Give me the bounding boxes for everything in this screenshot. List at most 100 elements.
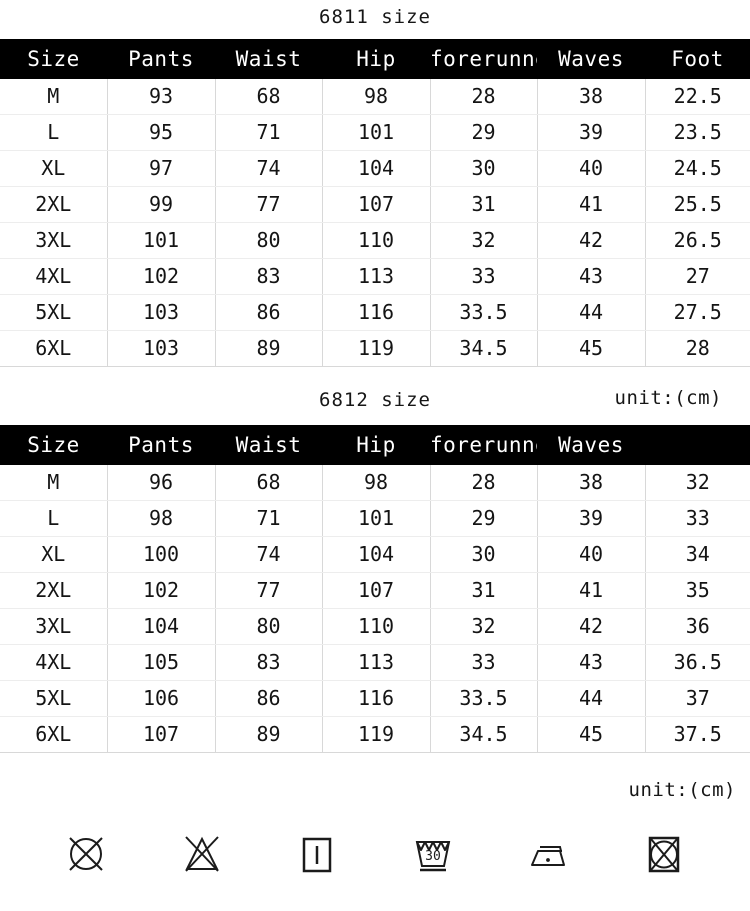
machine-wash-30-icon: 30: [405, 826, 461, 882]
cell-waist: 68: [215, 465, 323, 501]
cell-size: 4XL: [0, 258, 108, 295]
table-row: 6XL 103 89 119 34.5 45 28: [0, 330, 750, 367]
cell-hip: 104: [322, 150, 431, 187]
cell-waves: 45: [537, 330, 646, 367]
table-row: L 95 71 101 29 39 23.5: [0, 114, 750, 151]
cell-waves: 43: [537, 644, 646, 681]
cell-size: 4XL: [0, 644, 108, 681]
cell-hip: 98: [322, 79, 431, 115]
cell-pants: 95: [107, 114, 216, 151]
table-row: M 93 68 98 28 38 22.5: [0, 79, 750, 115]
cell-foot: 24.5: [645, 150, 750, 187]
cell-foot: 22.5: [645, 79, 750, 115]
cell-size: 5XL: [0, 680, 108, 717]
unit-label-table-2: unit:(cm): [628, 779, 736, 801]
cell-last: 36.5: [645, 644, 750, 681]
cell-waist: 83: [215, 258, 323, 295]
cell-size: 6XL: [0, 716, 108, 753]
table-header-row: Size Pants Waist Hip forerunner Waves Fo…: [0, 39, 750, 79]
column-header-waves: Waves: [537, 39, 645, 79]
cell-size: 5XL: [0, 294, 108, 331]
cell-waist: 74: [215, 536, 323, 573]
cell-waist: 77: [215, 186, 323, 223]
cell-pants: 103: [107, 294, 216, 331]
table-row: 3XL 101 80 110 32 42 26.5: [0, 222, 750, 259]
table-row: L 98 71 101 29 39 33: [0, 500, 750, 537]
cell-hip: 116: [322, 680, 431, 717]
cell-forerunner: 30: [430, 150, 538, 187]
cell-waves: 39: [537, 500, 646, 537]
table-1-title: 6811 size: [319, 6, 431, 28]
cell-forerunner: 31: [430, 186, 538, 223]
column-header-waves: Waves: [537, 425, 645, 465]
cell-last: 37.5: [645, 716, 750, 753]
cell-last: 36: [645, 608, 750, 645]
cell-hip: 110: [322, 222, 431, 259]
table-row: 4XL 102 83 113 33 43 27: [0, 258, 750, 295]
table-1-body: M 93 68 98 28 38 22.5 L 95 71 101 29 39 …: [0, 79, 750, 367]
cell-forerunner: 33: [430, 258, 538, 295]
cell-waist: 80: [215, 222, 323, 259]
cell-waves: 42: [537, 608, 646, 645]
cell-waist: 83: [215, 644, 323, 681]
do-not-bleach-icon: [174, 826, 230, 882]
cell-foot: 28: [645, 330, 750, 367]
cell-waves: 45: [537, 716, 646, 753]
cell-waves: 40: [537, 150, 646, 187]
column-header-hip: Hip: [322, 425, 430, 465]
cell-size: 2XL: [0, 186, 108, 223]
cell-waist: 71: [215, 114, 323, 151]
column-header-size: Size: [0, 39, 107, 79]
cell-foot: 23.5: [645, 114, 750, 151]
table-row: 2XL 102 77 107 31 41 35: [0, 572, 750, 609]
cell-hip: 119: [322, 330, 431, 367]
table-row: 5XL 103 86 116 33.5 44 27.5: [0, 294, 750, 331]
cell-pants: 93: [107, 79, 216, 115]
cell-pants: 96: [107, 465, 216, 501]
cell-hip: 101: [322, 500, 431, 537]
cell-size: M: [0, 465, 108, 501]
column-header-forerunner: forerunner: [430, 39, 537, 79]
cell-waves: 41: [537, 572, 646, 609]
cell-hip: 116: [322, 294, 431, 331]
column-header-forerunner: forerunner: [430, 425, 537, 465]
cell-foot: 27.5: [645, 294, 750, 331]
drip-dry-in-shade-icon: [289, 826, 345, 882]
do-not-tumble-dry-icon: [636, 826, 692, 882]
column-header-hip: Hip: [322, 39, 430, 79]
cell-last: 34: [645, 536, 750, 573]
cell-waist: 68: [215, 79, 323, 115]
cell-hip: 107: [322, 572, 431, 609]
cell-last: 35: [645, 572, 750, 609]
cell-foot: 26.5: [645, 222, 750, 259]
cell-waves: 39: [537, 114, 646, 151]
column-header-size: Size: [0, 425, 107, 465]
table-row: 6XL 107 89 119 34.5 45 37.5: [0, 716, 750, 753]
table-row: XL 97 74 104 30 40 24.5: [0, 150, 750, 187]
cell-waves: 44: [537, 680, 646, 717]
cell-hip: 110: [322, 608, 431, 645]
size-table-6811: Size Pants Waist Hip forerunner Waves Fo…: [0, 39, 750, 367]
cell-last: 32: [645, 465, 750, 501]
cell-waves: 43: [537, 258, 646, 295]
cell-waist: 80: [215, 608, 323, 645]
table-header-row: Size Pants Waist Hip forerunner Waves: [0, 425, 750, 465]
care-symbols-row: 30: [0, 826, 750, 882]
cell-pants: 103: [107, 330, 216, 367]
iron-low-heat-icon: [520, 826, 576, 882]
cell-hip: 98: [322, 465, 431, 501]
cell-pants: 102: [107, 258, 216, 295]
column-header-pants: Pants: [107, 425, 215, 465]
cell-size: M: [0, 79, 108, 115]
cell-pants: 100: [107, 536, 216, 573]
table-row: 5XL 106 86 116 33.5 44 37: [0, 680, 750, 717]
cell-waves: 44: [537, 294, 646, 331]
wash-temperature-value: 30: [425, 849, 441, 864]
size-chart-page: 6811 size Size Pants Waist Hip forerunne…: [0, 0, 750, 911]
column-header-waist: Waist: [215, 39, 322, 79]
cell-waves: 38: [537, 79, 646, 115]
cell-last: 33: [645, 500, 750, 537]
cell-forerunner: 33: [430, 644, 538, 681]
table-2-header: Size Pants Waist Hip forerunner Waves: [0, 425, 750, 465]
cell-waist: 89: [215, 330, 323, 367]
